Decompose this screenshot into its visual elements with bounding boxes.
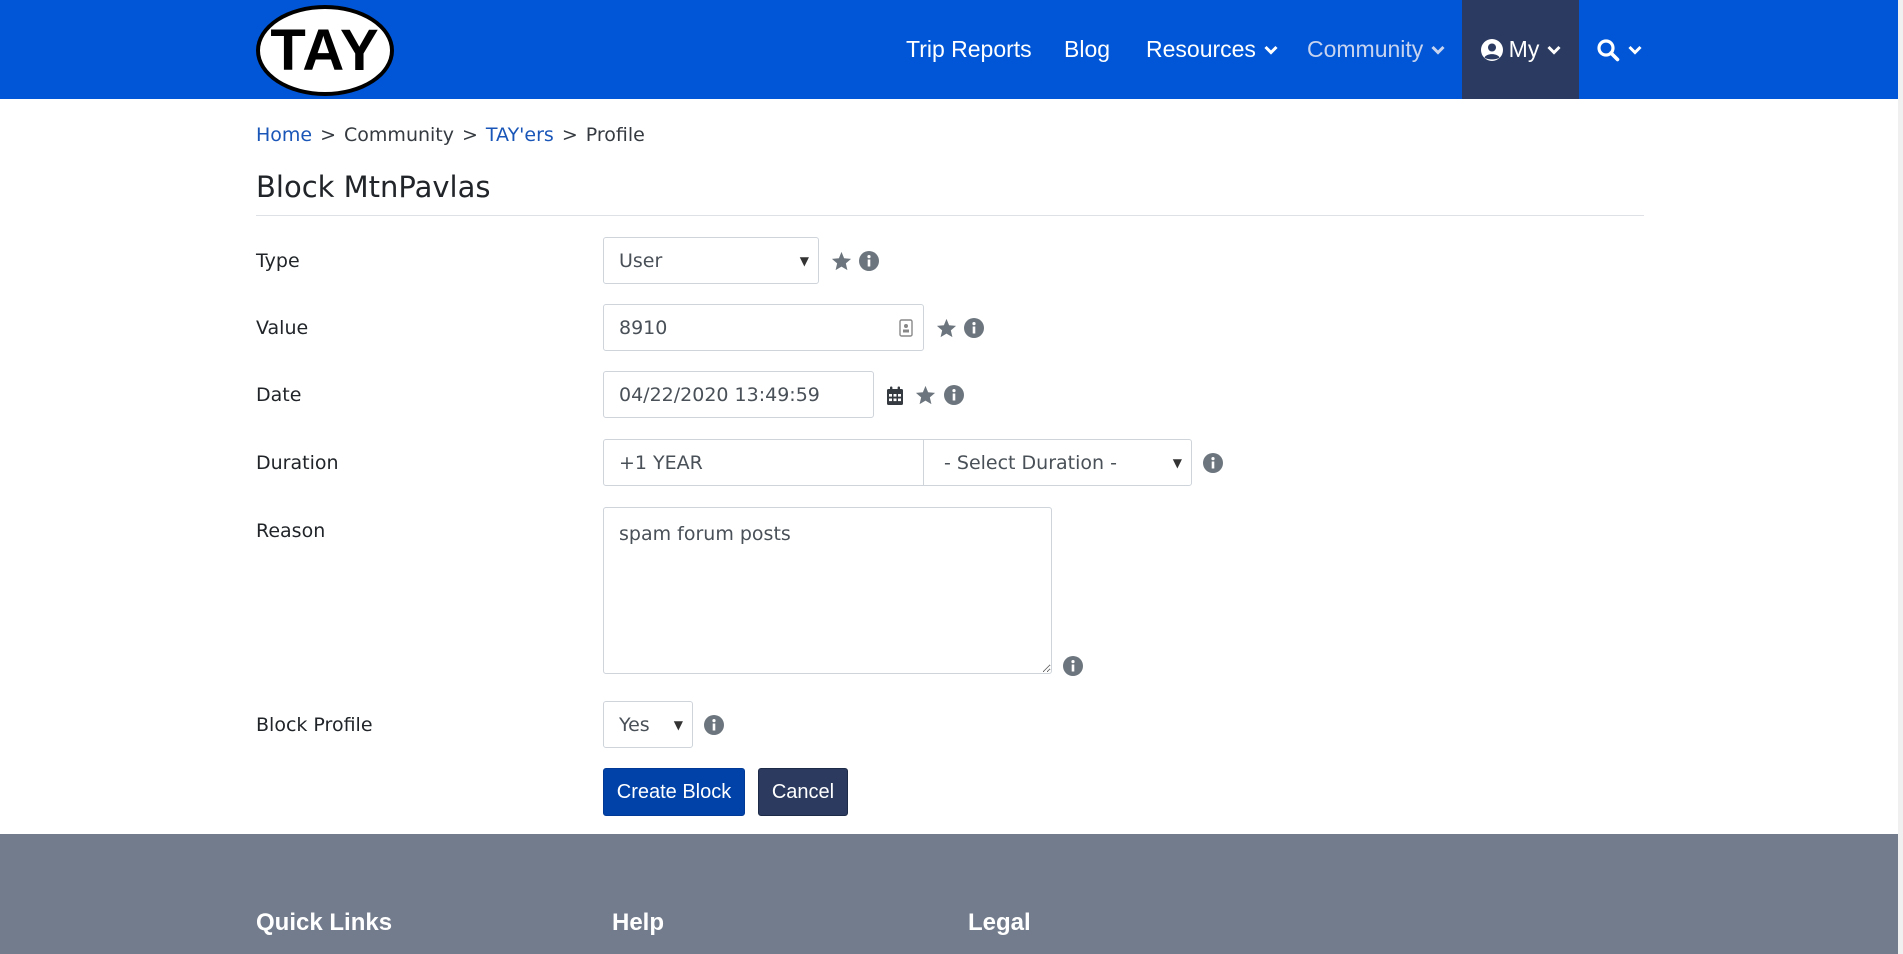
value-input[interactable]: 8910 <box>603 304 924 351</box>
nav-my-account[interactable]: My <box>1462 0 1579 99</box>
block-profile-select-value: Yes <box>619 713 650 736</box>
nav-trip-reports[interactable]: Trip Reports <box>906 0 1032 99</box>
duration-label: Duration <box>256 452 339 474</box>
nav-trip-reports-label: Trip Reports <box>906 36 1032 62</box>
cancel-button[interactable]: Cancel <box>758 768 848 816</box>
info-icon[interactable] <box>944 385 964 405</box>
chevron-down-icon <box>1431 45 1445 55</box>
star-icon[interactable] <box>831 251 852 271</box>
nav-community[interactable]: Community <box>1307 0 1445 99</box>
block-profile-label: Block Profile <box>256 714 373 736</box>
date-input[interactable]: 04/22/2020 13:49:59 <box>603 371 874 418</box>
breadcrumb-separator: > <box>462 124 478 146</box>
type-select-value: User <box>619 249 663 272</box>
page-scrollbar[interactable] <box>1898 0 1903 954</box>
breadcrumb-home-link[interactable]: Home <box>256 124 312 146</box>
footer-help-heading: Help <box>612 909 665 936</box>
user-circle-icon <box>1480 38 1503 61</box>
breadcrumb-separator: > <box>320 124 337 146</box>
reason-label: Reason <box>256 520 326 542</box>
breadcrumb-separator: > <box>561 124 578 146</box>
caret-down-icon: ▼ <box>799 253 809 268</box>
chevron-down-icon <box>1264 45 1278 55</box>
chevron-down-icon <box>1547 45 1561 55</box>
type-label: Type <box>256 250 300 272</box>
nav-blog-label: Blog <box>1064 36 1111 62</box>
create-block-button[interactable]: Create Block <box>603 768 745 816</box>
page: TAY Trip Reports Blog Resources Communit… <box>0 0 1903 954</box>
caret-down-icon: ▼ <box>1172 455 1182 470</box>
chevron-down-icon <box>1628 45 1642 55</box>
breadcrumb: Home > Community > TAY'ers > Profile <box>256 124 645 146</box>
duration-input-text: +1 YEAR <box>619 451 703 474</box>
info-icon[interactable] <box>704 715 724 735</box>
date-input-text: 04/22/2020 13:49:59 <box>619 383 820 406</box>
star-icon[interactable] <box>915 385 936 405</box>
info-icon[interactable] <box>964 318 984 338</box>
search-icon <box>1597 38 1620 61</box>
nav-community-label: Community <box>1307 36 1424 62</box>
logo-text: TAY <box>270 18 380 83</box>
star-icon[interactable] <box>936 318 957 338</box>
duration-select-value: - Select Duration - <box>944 451 1117 474</box>
info-icon[interactable] <box>1203 453 1223 473</box>
date-label: Date <box>256 384 302 406</box>
nav-resources[interactable]: Resources <box>1146 0 1278 99</box>
info-icon[interactable] <box>859 251 879 271</box>
page-title: Block MtnPavlas <box>256 170 491 204</box>
site-logo[interactable]: TAY <box>256 5 394 96</box>
top-navbar: TAY Trip Reports Blog Resources Communit… <box>0 0 1898 99</box>
duration-input[interactable]: +1 YEAR <box>603 439 924 486</box>
type-select[interactable]: User ▼ <box>603 237 819 284</box>
duration-select[interactable]: - Select Duration - ▼ <box>923 439 1192 486</box>
nav-blog[interactable]: Blog <box>1064 0 1110 99</box>
value-label: Value <box>256 317 309 339</box>
title-divider <box>256 215 1644 216</box>
reason-textarea[interactable]: spam forum posts <box>603 507 1052 674</box>
calendar-icon[interactable] <box>886 386 904 406</box>
info-icon[interactable] <box>1063 656 1083 676</box>
nav-resources-label: Resources <box>1146 36 1256 62</box>
breadcrumb-profile: Profile <box>585 124 645 146</box>
breadcrumb-tayers-link[interactable]: TAY'ers <box>486 124 554 146</box>
footer-quick-links-heading: Quick Links <box>256 909 393 936</box>
nav-my-label: My <box>1508 36 1540 62</box>
nav-search[interactable] <box>1596 0 1642 99</box>
block-profile-select[interactable]: Yes ▼ <box>603 701 693 748</box>
footer-legal-heading: Legal <box>968 909 1031 936</box>
value-input-text: 8910 <box>619 316 668 339</box>
caret-down-icon: ▼ <box>673 717 683 732</box>
breadcrumb-community: Community <box>344 124 454 146</box>
contact-card-icon <box>899 318 913 337</box>
